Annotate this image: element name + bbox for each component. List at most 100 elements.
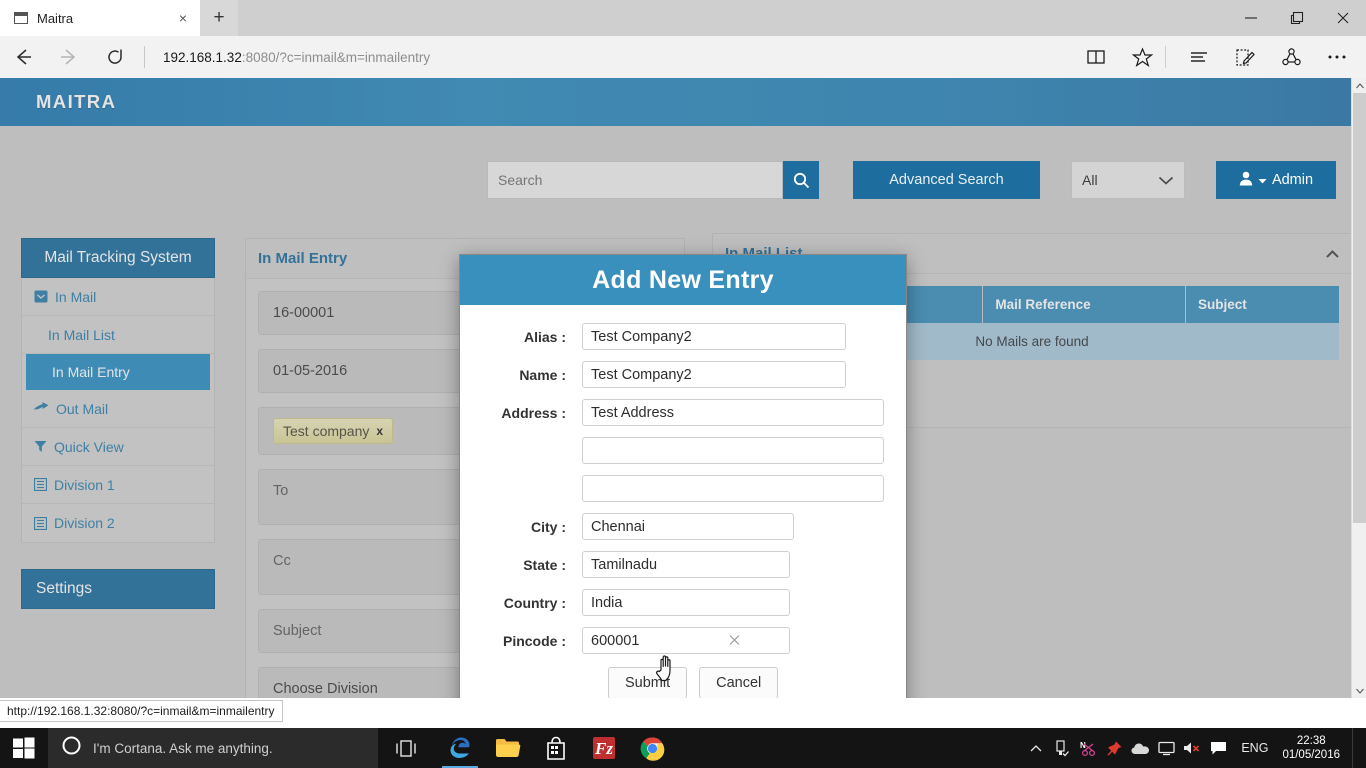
name-input[interactable] [582,361,846,388]
status-bar-url: http://192.168.1.32:8080/?c=inmail&m=inm… [0,700,283,722]
country-row: Country : [482,589,884,616]
divider [1165,46,1166,68]
screen: Maitra × + 192.168.1.32:8080/?c=inmail&… [0,0,1366,768]
url-host: 192.168.1.32 [163,49,242,65]
volume-muted-icon[interactable] [1179,728,1205,768]
clear-x-icon[interactable] [729,633,740,648]
admin-menu-button[interactable]: Admin [1216,161,1336,199]
browser-tab[interactable]: Maitra × [0,0,200,36]
dialog-title: Add New Entry [592,265,774,294]
search-scope-select[interactable]: All [1071,161,1185,199]
advanced-search-button[interactable]: Advanced Search [853,161,1040,199]
scroll-up-icon[interactable] [1352,78,1366,93]
state-row: State : [482,551,884,578]
clock-date: 01/05/2016 [1282,749,1340,761]
city-row: City : [482,513,884,540]
window-icon [14,12,28,24]
state-label: State : [523,556,566,573]
system-tray: N ENG 22:38 01/05/2016 [1023,728,1366,768]
hub-icon[interactable] [1176,36,1222,78]
snipping-tool-icon[interactable]: N [1075,728,1101,768]
cortana-placeholder: I'm Cortana. Ask me anything. [93,740,273,756]
page-scrollbar[interactable] [1351,78,1366,698]
share-icon[interactable] [1268,36,1314,78]
search-bar [487,161,819,199]
city-label: City : [531,518,566,535]
dialog-body: Alias : Name : Address : [460,305,906,698]
edge-icon[interactable] [436,728,484,768]
address-bar[interactable]: 192.168.1.32:8080/?c=inmail&m=inmailentr… [149,36,1073,78]
action-center-icon[interactable] [1205,728,1231,768]
dialog-cancel-button[interactable]: Cancel [699,667,779,698]
show-desktop-button[interactable] [1352,728,1360,768]
alias-label: Alias : [523,328,566,345]
reading-view-icon[interactable] [1073,36,1119,78]
dialog-actions: Submit Cancel [608,667,884,698]
browser-toolbar-icons [1073,36,1366,78]
store-icon[interactable] [532,728,580,768]
windows-taskbar: I'm Cortana. Ask me anything. Fz N ENG 2… [0,728,1366,768]
divider [144,46,145,68]
address-row: Address : [482,399,884,426]
pincode-row: Pincode : [482,627,884,654]
name-label: Name : [519,366,566,383]
back-icon[interactable] [0,36,46,78]
pincode-wrapper [582,627,790,654]
filezilla-icon[interactable]: Fz [580,728,628,768]
onedrive-icon[interactable] [1127,728,1153,768]
dialog-submit-button[interactable]: Submit [608,667,688,698]
forward-icon[interactable] [46,36,92,78]
address-line-3-row [482,475,884,502]
address-input[interactable] [582,399,884,426]
pin-icon[interactable] [1101,728,1127,768]
dialog-header: Add New Entry [460,255,906,305]
cortana-search-box[interactable]: I'm Cortana. Ask me anything. [48,728,378,768]
scrollbar-thumb[interactable] [1353,93,1366,523]
url-path: :8080/?c=inmail&m=inmailentry [241,49,431,65]
chrome-icon[interactable] [628,728,676,768]
address-line-3-input[interactable] [582,475,884,502]
favorites-star-icon[interactable] [1119,36,1165,78]
pincode-input[interactable] [582,627,790,654]
admin-label: Admin [1271,172,1314,188]
refresh-icon[interactable] [92,36,138,78]
name-row: Name : [482,361,884,388]
state-input[interactable] [582,551,790,578]
search-input[interactable] [487,161,783,199]
caret-down-icon [1258,172,1267,188]
minimize-icon[interactable] [1228,0,1274,36]
task-view-icon[interactable] [384,728,428,768]
address-line-2-input[interactable] [582,437,884,464]
window-controls [1228,0,1366,36]
maximize-icon[interactable] [1274,0,1320,36]
close-icon[interactable]: × [174,9,192,27]
address-label: Address : [501,404,566,421]
taskbar-clock[interactable]: 22:38 01/05/2016 [1278,734,1352,762]
country-input[interactable] [582,589,790,616]
close-window-icon[interactable] [1320,0,1366,36]
new-tab-button[interactable]: + [200,0,238,36]
scroll-down-icon[interactable] [1352,683,1366,698]
alias-input[interactable] [582,323,846,350]
country-label: Country : [503,594,566,611]
svg-text:Fz: Fz [594,739,613,758]
city-input[interactable] [582,513,794,540]
search-scope-value: All [1082,172,1098,188]
clock-time: 22:38 [1296,735,1326,747]
alias-row: Alias : [482,323,884,350]
web-note-icon[interactable] [1222,36,1268,78]
add-new-entry-dialog: Add New Entry Alias : Name : Address : [459,254,907,698]
more-icon[interactable] [1314,36,1360,78]
browser-title-bar: Maitra × + [0,0,1366,36]
file-explorer-icon[interactable] [484,728,532,768]
tab-title: Maitra [37,10,74,26]
search-button[interactable] [783,161,819,199]
cortana-circle-icon [62,736,81,760]
address-line-2-row [482,437,884,464]
show-hidden-icons-chevron[interactable] [1023,728,1049,768]
language-indicator[interactable]: ENG [1231,741,1278,755]
usb-safely-remove-icon[interactable] [1049,728,1075,768]
network-icon[interactable] [1153,728,1179,768]
pincode-label: Pincode : [502,632,566,649]
windows-start-icon[interactable] [0,728,48,768]
